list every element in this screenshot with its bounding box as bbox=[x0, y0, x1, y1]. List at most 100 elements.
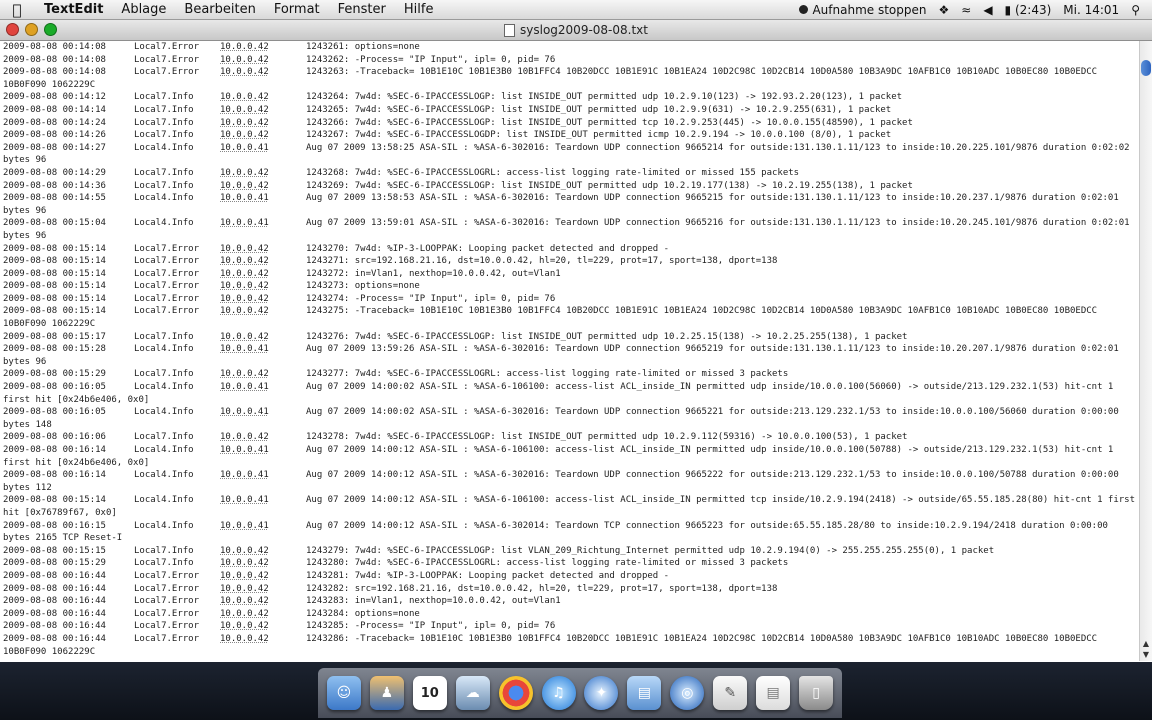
close-window-button[interactable] bbox=[6, 23, 19, 36]
log-host-ip: 10.0.0.42 bbox=[220, 570, 269, 581]
document-proxy-icon[interactable] bbox=[504, 23, 516, 37]
calendar-icon[interactable]: 10 bbox=[412, 676, 447, 710]
log-timestamp: 2009-08-08 00:16:14 bbox=[3, 470, 106, 481]
log-host-ip: 10.0.0.41 bbox=[220, 344, 269, 355]
log-facility: Local7.Error bbox=[134, 293, 200, 304]
log-facility: Local7.Info bbox=[134, 104, 194, 115]
log-line: 2009-08-08 00:15:17 Local7.Info 10.0.0.42 1… bbox=[0, 331, 1139, 344]
log-facility: Local7.Info bbox=[134, 331, 194, 342]
log-host-ip: 10.0.0.41 bbox=[220, 193, 269, 204]
menu-ablage[interactable]: Ablage bbox=[112, 2, 175, 17]
record-icon bbox=[799, 5, 809, 14]
log-facility: Local7.Info bbox=[134, 117, 194, 128]
log-host-ip: 10.0.0.42 bbox=[220, 243, 269, 254]
log-message: 1243278: 7w4d: %SEC-6-IPACCESSLOGP: list… bbox=[306, 432, 908, 443]
text-document-area[interactable]: 2009-08-08 00:14:08 Local7.Error 10.0.0.42… bbox=[0, 41, 1139, 661]
log-message: 1243265: 7w4d: %SEC-6-IPACCESSLOGP: list… bbox=[306, 104, 892, 115]
network-globe-icon[interactable]: ◎ bbox=[670, 676, 705, 710]
log-line: 2009-08-08 00:16:14 Local4.Info 10.0.0.41 A… bbox=[0, 444, 1139, 457]
log-timestamp: 2009-08-08 00:16:44 bbox=[3, 608, 106, 619]
log-timestamp: 2009-08-08 00:15:29 bbox=[3, 369, 106, 380]
log-message: 1243274: -Process= "IP Input", ipl= 0, p… bbox=[306, 293, 556, 304]
log-message: Aug 07 2009 13:59:01 ASA-SIL : %ASA-6-30… bbox=[306, 218, 1130, 229]
wifi-icon[interactable]: ≈ bbox=[961, 3, 971, 17]
log-message: 1243270: 7w4d: %IP-3-LOOPPAK: Looping pa… bbox=[306, 243, 670, 254]
menu-app-name[interactable]: TextEdit bbox=[34, 2, 112, 17]
log-continuation-text: bytes 96 bbox=[3, 356, 47, 367]
log-host-ip: 10.0.0.42 bbox=[220, 130, 269, 141]
log-timestamp: 2009-08-08 00:14:08 bbox=[3, 54, 106, 65]
window-titlebar[interactable]: syslog2009-08-08.txt bbox=[0, 20, 1152, 41]
battery-status[interactable]: ▮ (2:43) bbox=[1005, 3, 1052, 17]
battery-time: (2:43) bbox=[1014, 2, 1052, 17]
textedit-icon[interactable]: ✎ bbox=[713, 676, 748, 710]
apple-menu-icon[interactable]:  bbox=[0, 1, 34, 19]
zoom-window-button[interactable] bbox=[44, 23, 57, 36]
log-line: 2009-08-08 00:14:08 Local7.Error 10.0.0.42… bbox=[0, 41, 1139, 54]
chrome-icon[interactable] bbox=[498, 676, 533, 710]
minimize-window-button[interactable] bbox=[25, 23, 38, 36]
log-host-ip: 10.0.0.42 bbox=[220, 621, 269, 632]
log-line: 2009-08-08 00:15:14 Local7.Error 10.0.0.42… bbox=[0, 305, 1139, 318]
log-line: 2009-08-08 00:15:04 Local4.Info 10.0.0.41 A… bbox=[0, 217, 1139, 230]
log-message: 1243268: 7w4d: %SEC-6-IPACCESSLOGRL: acc… bbox=[306, 167, 800, 178]
log-timestamp: 2009-08-08 00:16:44 bbox=[3, 583, 106, 594]
menu-format[interactable]: Format bbox=[265, 2, 329, 17]
trash-icon[interactable]: ▯ bbox=[799, 676, 834, 710]
log-timestamp: 2009-08-08 00:14:26 bbox=[3, 130, 106, 141]
menu-fenster[interactable]: Fenster bbox=[329, 2, 395, 17]
log-facility: Local7.Error bbox=[134, 42, 200, 52]
safari-icon[interactable]: ✦ bbox=[584, 676, 619, 710]
user-icon[interactable]: ♟ bbox=[369, 676, 404, 710]
log-facility: Local4.Info bbox=[134, 382, 194, 393]
window-controls bbox=[6, 23, 57, 36]
log-continuation-line: bytes 96 bbox=[0, 205, 1139, 218]
log-host-ip: 10.0.0.42 bbox=[220, 596, 269, 607]
log-host-ip: 10.0.0.42 bbox=[220, 633, 269, 644]
menu-clock[interactable]: Mi. 14:01 bbox=[1063, 3, 1119, 17]
log-facility: Local7.Error bbox=[134, 268, 200, 279]
log-host-ip: 10.0.0.41 bbox=[220, 495, 269, 506]
log-facility: Local7.Info bbox=[134, 167, 194, 178]
menu-hilfe[interactable]: Hilfe bbox=[395, 2, 443, 17]
log-facility: Local7.Error bbox=[134, 621, 200, 632]
vertical-scrollbar[interactable]: ▲ ▼ bbox=[1139, 41, 1152, 661]
stop-recording-button[interactable]: Aufnahme stoppen bbox=[799, 3, 926, 17]
log-host-ip: 10.0.0.42 bbox=[220, 268, 269, 279]
log-message: 1243283: in=Vlan1, nexthop=10.0.0.42, ou… bbox=[306, 596, 561, 607]
folder-icon[interactable]: ▤ bbox=[627, 676, 662, 710]
log-timestamp: 2009-08-08 00:15:04 bbox=[3, 218, 106, 229]
dropbox-icon[interactable]: ❖ bbox=[938, 3, 949, 17]
scrollbar-thumb[interactable] bbox=[1141, 60, 1151, 76]
log-continuation-text: bytes 112 bbox=[3, 482, 52, 493]
log-message: Aug 07 2009 14:00:12 ASA-SIL : %ASA-6-30… bbox=[306, 520, 1108, 531]
log-timestamp: 2009-08-08 00:16:05 bbox=[3, 407, 106, 418]
log-message: 1243264: 7w4d: %SEC-6-IPACCESSLOGP: list… bbox=[306, 92, 903, 103]
log-message: 1243284: options=none bbox=[306, 608, 420, 619]
log-timestamp: 2009-08-08 00:15:15 bbox=[3, 545, 106, 556]
document-icon[interactable]: ▤ bbox=[756, 676, 791, 710]
scroll-up-arrow-icon[interactable]: ▲ bbox=[1141, 639, 1151, 649]
log-continuation-text: bytes 96 bbox=[3, 155, 47, 166]
log-facility: Local7.Info bbox=[134, 369, 194, 380]
volume-icon[interactable]: ◀ bbox=[983, 3, 992, 17]
log-timestamp: 2009-08-08 00:15:17 bbox=[3, 331, 106, 342]
log-continuation-line: hit [0x76789f67, 0x0] bbox=[0, 507, 1139, 520]
log-timestamp: 2009-08-08 00:15:14 bbox=[3, 281, 106, 292]
menu-bearbeiten[interactable]: Bearbeiten bbox=[175, 2, 264, 17]
log-continuation-text: hit [0x76789f67, 0x0] bbox=[3, 507, 117, 518]
log-host-ip: 10.0.0.42 bbox=[220, 104, 269, 115]
log-timestamp: 2009-08-08 00:15:14 bbox=[3, 268, 106, 279]
scroll-down-arrow-icon[interactable]: ▼ bbox=[1141, 650, 1151, 660]
finder-icon[interactable]: ☺ bbox=[326, 676, 361, 710]
log-host-ip: 10.0.0.42 bbox=[220, 545, 269, 556]
itunes-icon[interactable]: ♫ bbox=[541, 676, 576, 710]
spotlight-icon[interactable]: ⚲ bbox=[1131, 3, 1140, 17]
log-host-ip: 10.0.0.41 bbox=[220, 445, 269, 455]
log-timestamp: 2009-08-08 00:14:24 bbox=[3, 117, 106, 128]
log-message: 1243262: -Process= "IP Input", ipl= 0, p… bbox=[306, 54, 556, 65]
preview-icon[interactable]: ☁ bbox=[455, 676, 490, 710]
log-line: 2009-08-08 00:15:14 Local7.Error 10.0.0.42… bbox=[0, 243, 1139, 256]
log-host-ip: 10.0.0.42 bbox=[220, 369, 269, 380]
log-timestamp: 2009-08-08 00:14:14 bbox=[3, 104, 106, 115]
